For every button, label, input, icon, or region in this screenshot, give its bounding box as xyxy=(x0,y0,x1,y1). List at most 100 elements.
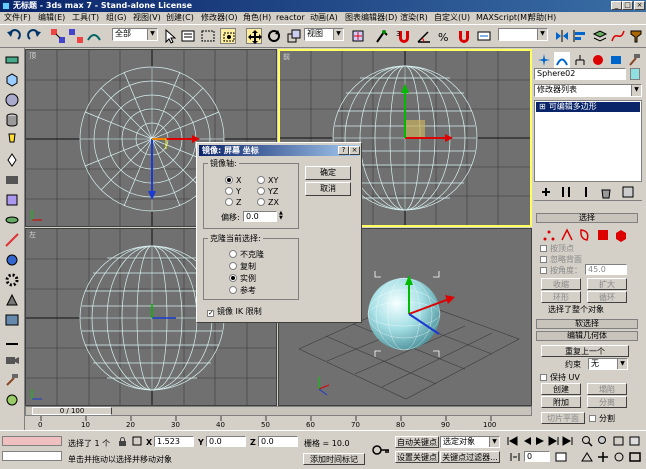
repeat-last-button[interactable]: 重复上一个 xyxy=(541,345,629,357)
checkbox[interactable] xyxy=(589,415,596,422)
menu-animation[interactable]: 动画(A) xyxy=(310,12,338,24)
x-coordinate-field[interactable]: 1.523 xyxy=(154,436,194,447)
spinner-snap-icon[interactable] xyxy=(456,28,472,44)
go-to-end-icon[interactable] xyxy=(561,435,575,447)
z-coordinate-field[interactable]: 0.0 xyxy=(258,436,298,447)
menu-file[interactable]: 文件(F) xyxy=(4,12,31,24)
shapes-icon[interactable] xyxy=(4,192,20,208)
modify-tab-icon[interactable] xyxy=(554,52,570,68)
dummy-icon[interactable] xyxy=(4,292,20,308)
maximize-button[interactable]: □ xyxy=(622,1,633,10)
ignore-backfacing-option[interactable]: 忽略背面 xyxy=(540,254,582,265)
copy-radio[interactable]: 复制 xyxy=(229,262,256,271)
modifier-list-dropdown[interactable]: 修改器列表 ▼ xyxy=(534,84,642,97)
reference-coordinate-dropdown[interactable]: 视图 ▼ xyxy=(304,28,344,41)
time-configuration-icon[interactable] xyxy=(554,451,568,463)
time-slider[interactable]: 0 / 100 xyxy=(25,406,532,416)
configure-modifier-sets-icon[interactable] xyxy=(620,184,634,198)
manipulate-icon[interactable] xyxy=(374,28,390,44)
particle-icon[interactable] xyxy=(4,252,20,268)
field-of-view-icon[interactable] xyxy=(580,451,594,463)
by-vertex-option[interactable]: 按顶点 xyxy=(540,243,574,254)
checkbox[interactable]: ✓ xyxy=(207,310,214,317)
axis-xy-radio[interactable]: XY xyxy=(257,176,278,185)
make-unique-icon[interactable] xyxy=(578,184,590,197)
named-selection-sets-dropdown[interactable]: ▼ xyxy=(498,28,548,41)
align-icon[interactable] xyxy=(572,28,588,44)
detach-button[interactable]: 分离 xyxy=(587,396,627,408)
track-bar[interactable]: 0 10 20 30 40 50 60 70 80 90 100 xyxy=(25,416,532,430)
cancel-button[interactable]: 取消 xyxy=(305,182,351,196)
zoom-extents-icon[interactable] xyxy=(612,435,626,447)
axis-z-radio[interactable]: Z xyxy=(225,198,241,207)
axis-yz-radio[interactable]: YZ xyxy=(257,187,278,196)
collapse-button[interactable]: 塌陷 xyxy=(587,383,627,395)
y-coordinate-field[interactable]: 0.0 xyxy=(206,436,246,447)
mirror-icon[interactable] xyxy=(554,28,570,44)
select-and-scale-icon[interactable] xyxy=(286,28,302,44)
zoom-all-icon[interactable] xyxy=(596,435,610,447)
minimize-button[interactable]: _ xyxy=(611,1,622,10)
menu-graph-editors[interactable]: 图表编辑器(D) xyxy=(345,12,397,24)
edge-icon[interactable] xyxy=(559,227,573,241)
window-crossing-icon[interactable] xyxy=(220,28,236,44)
hammer-icon[interactable] xyxy=(4,372,20,388)
select-and-rotate-icon[interactable] xyxy=(266,28,282,44)
menu-modifiers[interactable]: 修改器(O) xyxy=(201,12,238,24)
select-and-move-icon[interactable] xyxy=(246,28,262,44)
offset-field[interactable]: 0.0 xyxy=(243,211,277,222)
axis-zx-radio[interactable]: ZX xyxy=(257,198,279,207)
hierarchy-tab-icon[interactable] xyxy=(572,52,588,68)
motion-tab-icon[interactable] xyxy=(590,52,606,68)
rectangular-selection-icon[interactable] xyxy=(200,28,216,44)
shrink-button[interactable]: 收缩 xyxy=(541,278,581,290)
gear-icon[interactable] xyxy=(4,272,20,288)
select-object-icon[interactable] xyxy=(162,28,178,44)
polygon-icon[interactable] xyxy=(595,227,609,240)
compound-icon[interactable] xyxy=(4,212,20,228)
menu-reactor[interactable]: reactor xyxy=(276,12,305,24)
percent-snap-icon[interactable]: % xyxy=(436,28,452,44)
maximize-viewport-icon[interactable] xyxy=(628,451,642,463)
space-warp-icon[interactable] xyxy=(4,232,20,248)
menu-help[interactable]: 帮助(H) xyxy=(528,12,556,24)
menu-character[interactable]: 角色(H) xyxy=(243,12,271,24)
camera-icon[interactable] xyxy=(4,352,20,368)
instance-radio[interactable]: 实例 xyxy=(229,274,256,283)
arc-rotate-icon[interactable] xyxy=(612,451,626,463)
display-icon[interactable] xyxy=(4,312,20,328)
add-time-tag-button[interactable]: 添加时间标记 xyxy=(303,453,365,465)
ok-button[interactable]: 确定 xyxy=(305,166,351,180)
key-icon[interactable] xyxy=(372,443,390,457)
zoom-extents-all-icon[interactable] xyxy=(628,435,642,447)
checkbox[interactable] xyxy=(540,256,547,263)
key-filters-button[interactable]: 关键点过滤器... xyxy=(440,451,500,463)
axis-x-radio[interactable]: X xyxy=(225,176,241,185)
grow-button[interactable]: 扩大 xyxy=(587,278,627,290)
split-option[interactable]: 分割 xyxy=(589,413,615,424)
bind-space-warp-icon[interactable] xyxy=(86,28,102,44)
edit-geometry-rollout-header[interactable]: 编辑几何体 xyxy=(536,331,638,341)
unlink-icon[interactable] xyxy=(68,28,84,44)
link-icon[interactable] xyxy=(4,52,20,68)
by-angle-option[interactable]: 按角度： xyxy=(540,265,582,276)
helper-icon[interactable] xyxy=(4,172,20,188)
play-icon[interactable] xyxy=(533,435,547,447)
ring-button[interactable]: 环形 xyxy=(541,291,581,303)
render-scene-icon[interactable] xyxy=(628,28,644,44)
menu-rendering[interactable]: 渲染(R) xyxy=(400,12,428,24)
stack-item[interactable]: ⊞ 可编辑多边形 xyxy=(536,102,640,112)
pin-stack-icon[interactable] xyxy=(538,184,550,196)
remove-modifier-icon[interactable] xyxy=(598,184,611,199)
tape-icon[interactable] xyxy=(4,332,20,348)
select-by-name-icon[interactable] xyxy=(180,28,196,44)
box-icon[interactable] xyxy=(4,72,20,88)
angle-field[interactable]: 45.0 xyxy=(585,264,627,275)
lock-icon[interactable] xyxy=(118,437,127,446)
zoom-icon[interactable] xyxy=(580,435,594,447)
constraints-dropdown[interactable]: 无 ▼ xyxy=(588,358,628,370)
utility-icon[interactable] xyxy=(4,392,20,408)
set-key-button[interactable]: 设置关键点 xyxy=(395,451,439,463)
border-icon[interactable] xyxy=(577,227,591,241)
menu-customize[interactable]: 自定义(U) xyxy=(434,12,470,24)
